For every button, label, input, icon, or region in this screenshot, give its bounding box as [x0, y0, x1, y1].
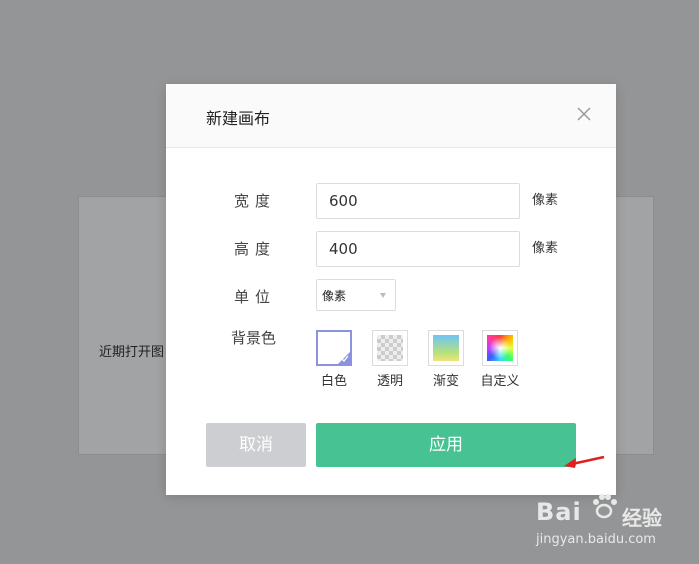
checker-pattern	[377, 335, 403, 361]
watermark-logo: Bai	[536, 498, 582, 526]
caret-down-icon	[380, 293, 386, 298]
height-unit: 像素	[532, 241, 559, 256]
background-label: 背景色	[230, 329, 276, 347]
dialog-header: 新建画布	[166, 84, 616, 148]
unit-row: 单位 像素	[166, 279, 616, 315]
width-label: 宽度	[233, 192, 276, 210]
swatch-label: 白色	[320, 374, 347, 389]
background-row: 背景色 白色 透明 渐变 自定义	[166, 329, 616, 389]
dialog-title: 新建画布	[206, 109, 271, 128]
paw-icon	[593, 494, 617, 519]
height-label: 高度	[233, 240, 276, 258]
swatch-label: 透明	[376, 374, 403, 389]
gradient-swatch-icon	[428, 330, 464, 366]
swatch-label: 自定义	[480, 374, 520, 389]
recent-files-label: 近期打开图	[99, 345, 165, 360]
width-input[interactable]	[316, 183, 520, 219]
white-swatch-icon	[316, 330, 352, 366]
unit-label: 单位	[233, 288, 276, 306]
swatch-gradient[interactable]: 渐变	[428, 330, 464, 389]
height-row: 高度 像素	[166, 231, 616, 267]
swatch-label: 渐变	[432, 374, 459, 389]
rainbow-fill	[487, 335, 513, 361]
baidu-watermark: Bai 经验 jingyan.baidu.com	[536, 490, 696, 560]
cancel-button[interactable]: 取消	[206, 423, 306, 467]
new-canvas-dialog: 新建画布 宽度 像素 高度 像素 单位 像素 背景色	[166, 84, 616, 495]
height-input[interactable]	[316, 231, 520, 267]
color-wheel-icon	[482, 330, 518, 366]
annotation-arrow-icon	[564, 455, 605, 468]
unit-select[interactable]: 像素	[316, 279, 396, 311]
width-unit: 像素	[532, 193, 559, 208]
watermark-jingyan: 经验	[622, 506, 662, 530]
swatch-white[interactable]: 白色	[316, 330, 352, 389]
unit-select-value: 像素	[322, 289, 347, 303]
transparent-swatch-icon	[372, 330, 408, 366]
watermark-url: jingyan.baidu.com	[536, 532, 656, 547]
width-row: 宽度 像素	[166, 183, 616, 219]
gradient-fill	[433, 335, 459, 361]
apply-button[interactable]: 应用	[316, 423, 576, 467]
swatch-transparent[interactable]: 透明	[372, 330, 408, 389]
close-icon[interactable]	[576, 106, 592, 122]
swatch-custom[interactable]: 自定义	[480, 330, 520, 389]
check-icon	[341, 355, 349, 363]
